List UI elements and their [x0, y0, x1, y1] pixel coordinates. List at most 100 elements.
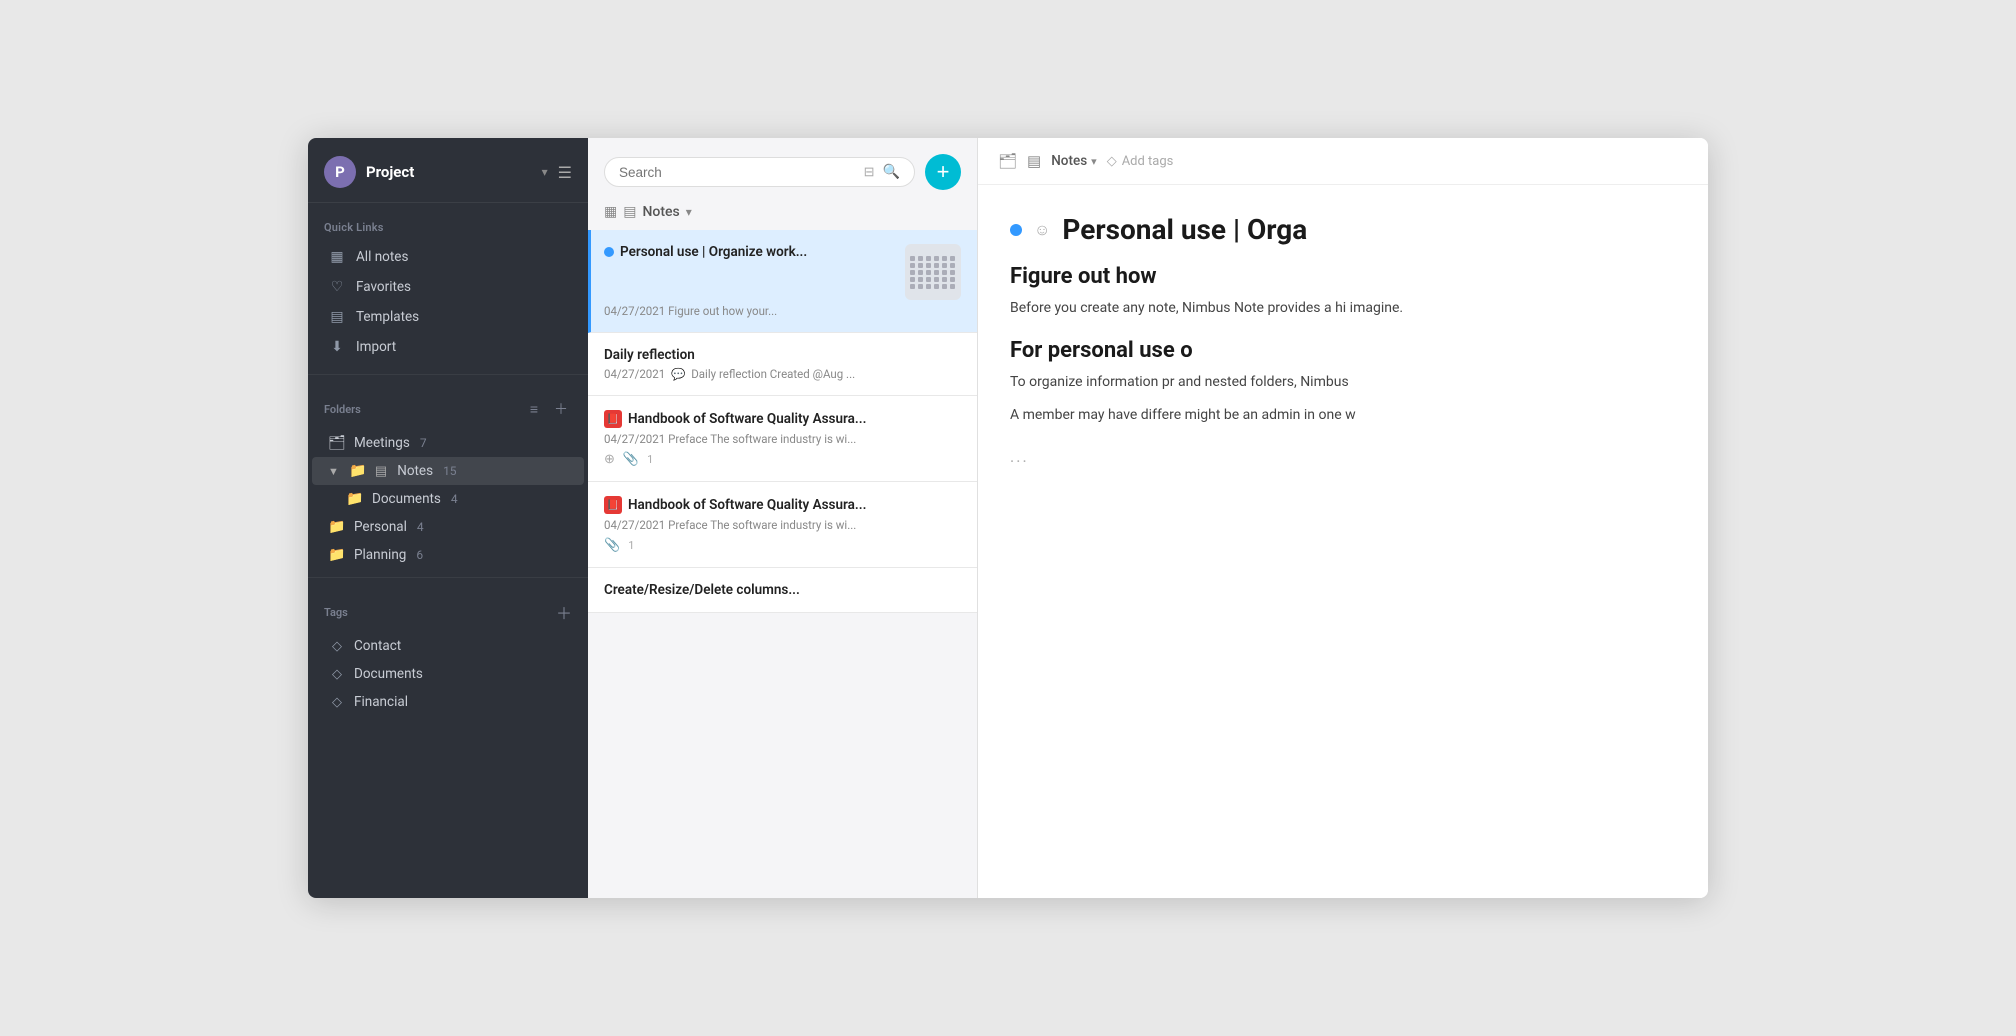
- filter-icon: ⊟: [864, 165, 875, 180]
- red-book-icon: 📕: [604, 496, 622, 514]
- content-panel: 🗂 ▤ Notes ▾ ◇ Add tags ☺ Personal use | …: [978, 138, 1708, 898]
- note-item-top: 📕 Handbook of Software Quality Assura...: [604, 410, 961, 428]
- note-item-meta: 04/27/2021 Preface The software industry…: [604, 432, 961, 446]
- tag-icon: ◇: [1107, 154, 1117, 169]
- note-item-actions: ⊕ 📎 1: [604, 452, 961, 467]
- expand-arrow-icon: ▼: [328, 465, 339, 478]
- tag-icon: ◇: [328, 695, 346, 710]
- note-date: 04/27/2021: [604, 518, 665, 532]
- sidebar-divider: [308, 374, 588, 375]
- breadcrumb-notes-label: Notes ▾: [1051, 153, 1096, 169]
- note-item-top: Create/Resize/Delete columns...: [604, 582, 961, 598]
- note-list-toolbar: ▦ ▤ Notes ▾: [588, 200, 977, 230]
- tag-financial[interactable]: ◇ Financial: [312, 688, 584, 716]
- note-paragraph-1: Before you create any note, Nimbus Note …: [1010, 297, 1676, 320]
- tag-contact-label: Contact: [354, 638, 401, 654]
- title-dot: [1010, 224, 1022, 236]
- import-icon: ⬇: [328, 339, 346, 355]
- folder-meetings[interactable]: 🗂 Meetings 7: [312, 429, 584, 457]
- chevron-down-icon[interactable]: ▾: [542, 165, 548, 179]
- note-item-create-resize[interactable]: Create/Resize/Delete columns...: [588, 568, 977, 613]
- note-item-handbook-1[interactable]: 📕 Handbook of Software Quality Assura...…: [588, 396, 977, 482]
- note-list-header: ⊟ 🔍 +: [588, 138, 977, 200]
- note-date: 04/27/2021: [604, 304, 665, 318]
- attachment-icon: 📎: [604, 538, 620, 553]
- folders-actions: ≡ ＋: [526, 397, 572, 421]
- note-item-title: Handbook of Software Quality Assura...: [628, 497, 866, 513]
- folder-documents-label: Documents: [372, 491, 441, 507]
- note-title-row: 📕 Handbook of Software Quality Assura...: [604, 410, 961, 428]
- note-item-meta: 04/27/2021 Figure out how your...: [604, 304, 961, 318]
- note-item-meta: 04/27/2021 💬 Daily reflection Created @A…: [604, 367, 961, 381]
- folder-planning-count: 6: [416, 548, 423, 562]
- folder-personal-label: Personal: [354, 519, 407, 535]
- breadcrumb-chevron-icon[interactable]: ▾: [1091, 155, 1097, 168]
- folder-icon: 📁: [349, 463, 367, 479]
- folder-small-icon: ▦: [604, 204, 617, 220]
- sidebar-item-favorites[interactable]: ♡ Favorites: [312, 272, 584, 302]
- note-list-icon: ▤: [623, 204, 636, 220]
- folder-documents[interactable]: 📁 Documents 4: [312, 485, 584, 513]
- tag-financial-label: Financial: [354, 694, 408, 710]
- tag-icon: ◇: [328, 667, 346, 682]
- tags-header: Tags ＋: [308, 586, 588, 632]
- project-name: Project: [366, 163, 532, 181]
- note-main-title-row: ☺ Personal use | Orga: [1010, 213, 1676, 246]
- folders-header: Folders ≡ ＋: [308, 383, 588, 429]
- note-item-daily-reflection[interactable]: Daily reflection 04/27/2021 💬 Daily refl…: [588, 333, 977, 396]
- note-title-row: Personal use | Organize work...: [604, 244, 897, 260]
- note-item-title: Daily reflection: [604, 347, 695, 363]
- note-item-top: Personal use | Organize work...: [604, 244, 961, 300]
- note-item-actions: 📎 1: [604, 538, 961, 553]
- note-item-personal-use[interactable]: Personal use | Organize work... 04/27/: [588, 230, 977, 333]
- note-item-handbook-2[interactable]: 📕 Handbook of Software Quality Assura...…: [588, 482, 977, 568]
- note-main-title: Personal use | Orga: [1062, 213, 1307, 246]
- folder-personal-count: 4: [417, 520, 424, 534]
- breadcrumb-folder-name: Notes: [1051, 153, 1087, 169]
- folder-icon: 📁: [328, 547, 346, 563]
- folder-personal[interactable]: 📁 Personal 4: [312, 513, 584, 541]
- note-heading: Figure out how: [1010, 264, 1676, 289]
- folder-planning-label: Planning: [354, 547, 406, 563]
- sidebar-item-all-notes[interactable]: ▦ All notes: [312, 242, 584, 272]
- sidebar-item-import[interactable]: ⬇ Import: [312, 332, 584, 362]
- note-item-meta: 04/27/2021 Preface The software industry…: [604, 518, 961, 532]
- notes-label-area: ▦ ▤ Notes ▾: [604, 204, 692, 220]
- tag-icon: ◇: [328, 639, 346, 654]
- favorites-label: Favorites: [356, 279, 411, 295]
- note-preview-text: Preface The software industry is wi...: [668, 518, 856, 532]
- add-folder-button[interactable]: ＋: [550, 397, 572, 421]
- folder-notes-label: Notes: [397, 463, 433, 479]
- add-note-button[interactable]: +: [925, 154, 961, 190]
- chevron-down-icon[interactable]: ▾: [686, 205, 692, 219]
- add-tag-button[interactable]: ＋: [556, 600, 572, 624]
- note-paragraph-2: To organize information pr and nested fo…: [1010, 371, 1676, 394]
- tag-contact[interactable]: ◇ Contact: [312, 632, 584, 660]
- attachment-icon: 📎: [623, 452, 639, 467]
- search-input[interactable]: [619, 165, 856, 180]
- project-avatar: P: [324, 156, 356, 188]
- attachment-count: 1: [628, 539, 634, 552]
- all-notes-label: All notes: [356, 249, 408, 265]
- content-toolbar: 🗂 ▤ Notes ▾ ◇ Add tags: [978, 138, 1708, 185]
- sort-folders-button[interactable]: ≡: [526, 399, 542, 419]
- add-tags-area[interactable]: ◇ Add tags: [1107, 154, 1174, 169]
- note-preview: Daily reflection Created @Aug ...: [691, 367, 855, 381]
- sidebar-item-templates[interactable]: ▤ Templates: [312, 302, 584, 332]
- note-item-title: Handbook of Software Quality Assura...: [628, 411, 866, 427]
- tag-documents[interactable]: ◇ Documents: [312, 660, 584, 688]
- red-book-icon: 📕: [604, 410, 622, 428]
- folder-icon: 📁: [328, 519, 346, 535]
- folder-notes[interactable]: ▼ 📁 ▤ Notes 15: [312, 457, 584, 485]
- note-paragraph-3: A member may have differe might be an ad…: [1010, 404, 1676, 427]
- folder-icon: 🗂: [328, 435, 346, 451]
- folder-planning[interactable]: 📁 Planning 6: [312, 541, 584, 569]
- note-title-row: Create/Resize/Delete columns...: [604, 582, 961, 598]
- comment-icon: 💬: [671, 367, 685, 381]
- note-item-title: Create/Resize/Delete columns...: [604, 582, 800, 598]
- template-icon: ▤: [328, 309, 346, 325]
- search-bar[interactable]: ⊟ 🔍: [604, 157, 915, 187]
- hamburger-icon[interactable]: ☰: [558, 163, 572, 182]
- heart-icon: ♡: [328, 279, 346, 295]
- unread-dot: [604, 247, 614, 257]
